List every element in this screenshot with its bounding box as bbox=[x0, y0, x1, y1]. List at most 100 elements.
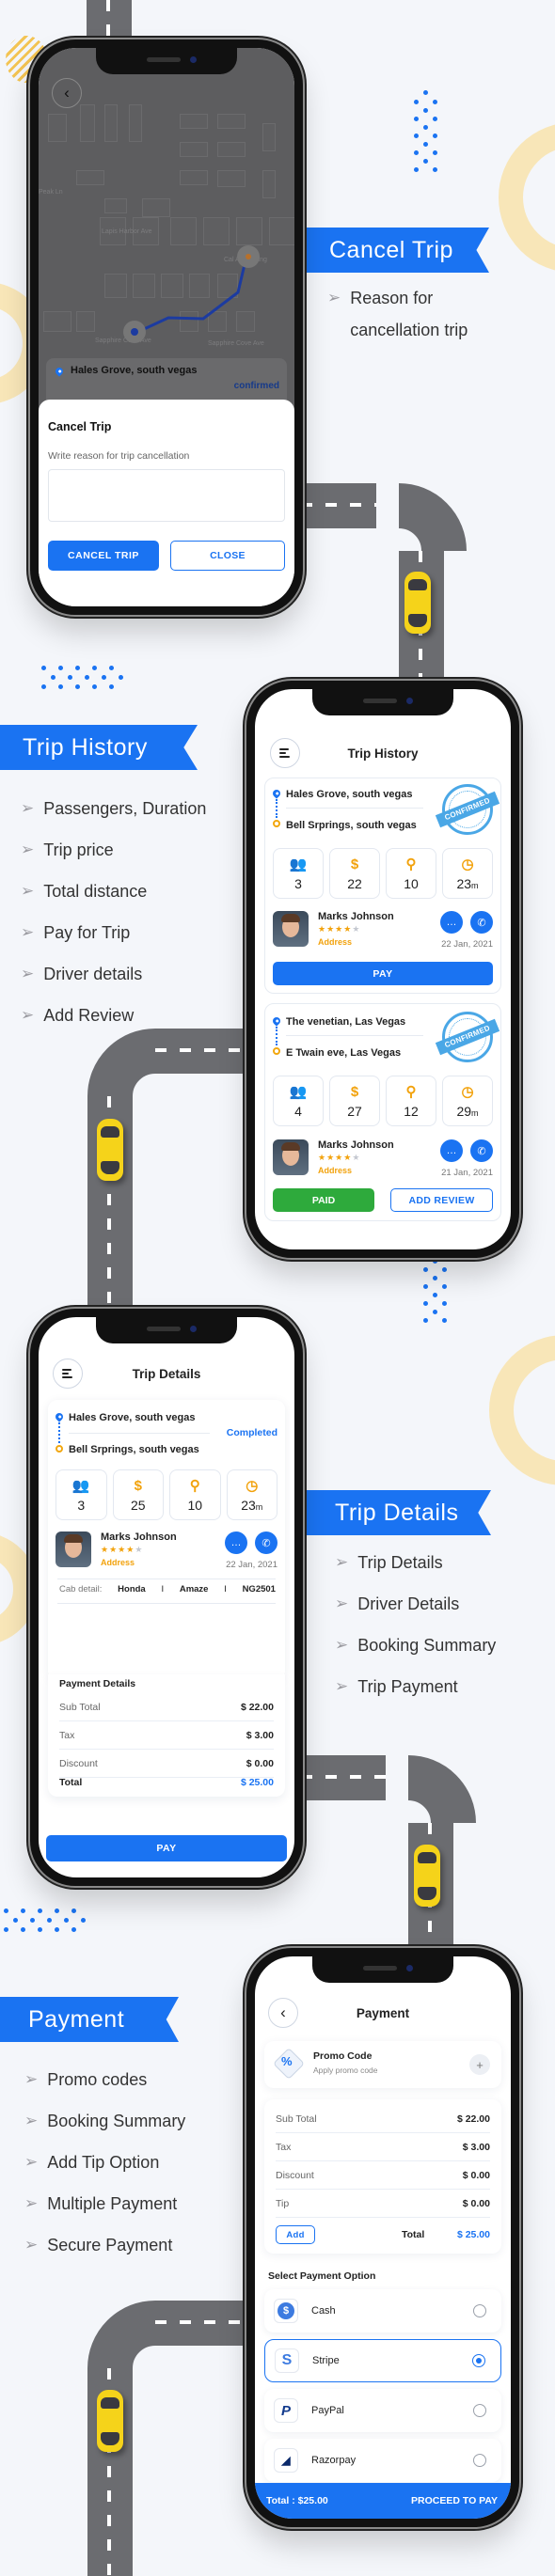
phone-icon: ✆ bbox=[262, 1537, 271, 1549]
promo-title: Promo Code bbox=[313, 2050, 373, 2062]
driver-info: Marks Johnson ★★★★★ Address … ✆ 22 Jan, … bbox=[56, 1531, 278, 1573]
dot bbox=[109, 684, 114, 689]
feature-item: ➢ Add Review bbox=[21, 1005, 135, 1025]
payment-option-cash[interactable]: $ Cash bbox=[264, 2289, 501, 2333]
ring-decoration bbox=[489, 1335, 555, 1485]
paid-button[interactable]: PAID bbox=[273, 1188, 374, 1212]
dot bbox=[433, 134, 437, 138]
reason-label: Write reason for trip cancellation bbox=[48, 450, 190, 462]
feature-item: ➢ Passengers, Duration bbox=[21, 798, 207, 818]
dot bbox=[414, 117, 419, 121]
chat-icon: … bbox=[446, 917, 457, 928]
dot bbox=[64, 1918, 69, 1923]
dot bbox=[423, 159, 428, 164]
dot bbox=[433, 1293, 437, 1297]
arrow-icon: ➢ bbox=[21, 1006, 35, 1024]
star-filled-icon: ★ bbox=[109, 1545, 119, 1554]
road bbox=[301, 483, 376, 528]
arrow-icon: ➢ bbox=[327, 289, 341, 306]
trip-date: 22 Jan, 2021 bbox=[226, 1560, 278, 1570]
back-button[interactable]: ‹ bbox=[52, 78, 82, 108]
chat-button[interactable]: … bbox=[440, 1139, 463, 1162]
trip-card[interactable]: The venetian, Las Vegas E Twain eve, Las… bbox=[264, 1003, 501, 1221]
dollar-icon: $ bbox=[350, 856, 359, 872]
driver-address-link[interactable]: Address bbox=[318, 937, 352, 947]
stat-passengers: 👥 3 bbox=[56, 1469, 107, 1520]
star-empty-icon: ★ bbox=[352, 924, 361, 934]
driver-address-link[interactable]: Address bbox=[101, 1558, 135, 1567]
dot bbox=[68, 675, 72, 680]
screen: Lapis Harbor Ave Cal Ag Trading Sapphire… bbox=[39, 48, 294, 606]
stat-distance: ⚲ 10 bbox=[386, 848, 436, 899]
payment-option-razorpay[interactable]: ◢ Razorpay bbox=[264, 2439, 501, 2482]
payment-option-paypal[interactable]: P PayPal bbox=[264, 2389, 501, 2432]
radio-button[interactable] bbox=[472, 2354, 485, 2367]
close-button[interactable]: CLOSE bbox=[170, 541, 285, 571]
stat-passengers: 👥 3 bbox=[273, 848, 324, 899]
radio-button[interactable] bbox=[473, 2454, 486, 2467]
chat-button[interactable]: … bbox=[225, 1531, 247, 1554]
taxi-car bbox=[404, 572, 431, 634]
section-ribbon-cancel-trip: Cancel Trip bbox=[307, 228, 489, 273]
dot bbox=[423, 108, 428, 113]
promo-subtitle: Apply promo code bbox=[313, 2066, 378, 2075]
radio-button[interactable] bbox=[473, 2304, 486, 2317]
dot bbox=[51, 675, 56, 680]
confirmed-stamp: CONFIRMED bbox=[435, 784, 500, 835]
dot bbox=[21, 1927, 25, 1932]
dot bbox=[433, 167, 437, 172]
reason-textarea[interactable] bbox=[48, 469, 285, 522]
phone-icon: ✆ bbox=[477, 1145, 486, 1157]
route-distance-icon: ⚲ bbox=[405, 856, 417, 872]
pickup-address: Hales Grove, south vegas bbox=[69, 1412, 196, 1423]
cancel-trip-button[interactable]: CANCEL TRIP bbox=[48, 541, 159, 571]
add-tip-button[interactable]: Add bbox=[276, 2225, 315, 2244]
section-ribbon-trip-history: Trip History bbox=[0, 725, 198, 770]
clock-icon: ◷ bbox=[246, 1477, 259, 1494]
call-button[interactable]: ✆ bbox=[470, 911, 493, 934]
arrow-icon: ➢ bbox=[24, 2112, 39, 2129]
call-button[interactable]: ✆ bbox=[470, 1139, 493, 1162]
promo-code-card[interactable]: % Promo Code Apply promo code + bbox=[264, 2041, 501, 2088]
pickup-address: The venetian, Las Vegas bbox=[286, 1016, 406, 1028]
phone-notch bbox=[312, 689, 453, 715]
pickup-address: Hales Grove, south vegas bbox=[286, 789, 413, 800]
payment-option-stripe[interactable]: S Stripe bbox=[264, 2339, 501, 2382]
call-button[interactable]: ✆ bbox=[255, 1531, 278, 1554]
trip-stats: 👥 3 $25 ⚲ 10 ◷ 23m bbox=[56, 1469, 278, 1520]
feature-item: ➢ Booking Summary bbox=[24, 2111, 186, 2130]
feature-list-trip-history: ➢ Passengers, Duration ➢ Trip price ➢ Total… bbox=[21, 788, 206, 1036]
dollar-coin-icon: $ bbox=[274, 2299, 298, 2323]
driver-rating: ★★★★★ bbox=[318, 1153, 360, 1163]
dot bbox=[414, 134, 419, 138]
dollar-icon: $ bbox=[350, 1083, 359, 1100]
chevron-left-icon: ‹ bbox=[64, 84, 70, 102]
add-review-button[interactable]: ADD REVIEW bbox=[390, 1188, 493, 1212]
dot bbox=[38, 1927, 42, 1932]
pay-button[interactable]: PAY bbox=[46, 1835, 287, 1861]
dot bbox=[30, 1918, 35, 1923]
driver-address-link[interactable]: Address bbox=[318, 1166, 352, 1175]
arrow-icon: ➢ bbox=[24, 2153, 39, 2171]
dropoff-pin-icon bbox=[273, 1047, 280, 1055]
dot bbox=[442, 1318, 447, 1323]
radio-button[interactable] bbox=[473, 2404, 486, 2417]
page-title: Trip Details bbox=[132, 1366, 201, 1381]
arrow-icon: ➢ bbox=[24, 2236, 39, 2254]
feature-list-trip-details: ➢ Trip Details ➢ Driver Details ➢ Booking S… bbox=[335, 1542, 496, 1707]
dot bbox=[433, 1276, 437, 1280]
proceed-to-pay-button[interactable]: PROCEED TO PAY bbox=[411, 2495, 498, 2506]
star-filled-icon: ★ bbox=[343, 924, 353, 934]
dot bbox=[75, 666, 80, 670]
chat-button[interactable]: … bbox=[440, 911, 463, 934]
dot bbox=[13, 1918, 18, 1923]
pay-button[interactable]: PAY bbox=[273, 962, 493, 985]
phone-notch bbox=[312, 1956, 453, 1983]
pickup-pin-icon bbox=[54, 366, 65, 377]
taxi-car bbox=[414, 1845, 440, 1907]
dot bbox=[433, 1310, 437, 1314]
payment-details-title: Payment Details bbox=[59, 1678, 136, 1689]
trip-card[interactable]: Hales Grove, south vegas Bell Srprings, … bbox=[264, 778, 501, 994]
add-promo-button[interactable]: + bbox=[469, 2054, 490, 2075]
dot bbox=[423, 90, 428, 95]
